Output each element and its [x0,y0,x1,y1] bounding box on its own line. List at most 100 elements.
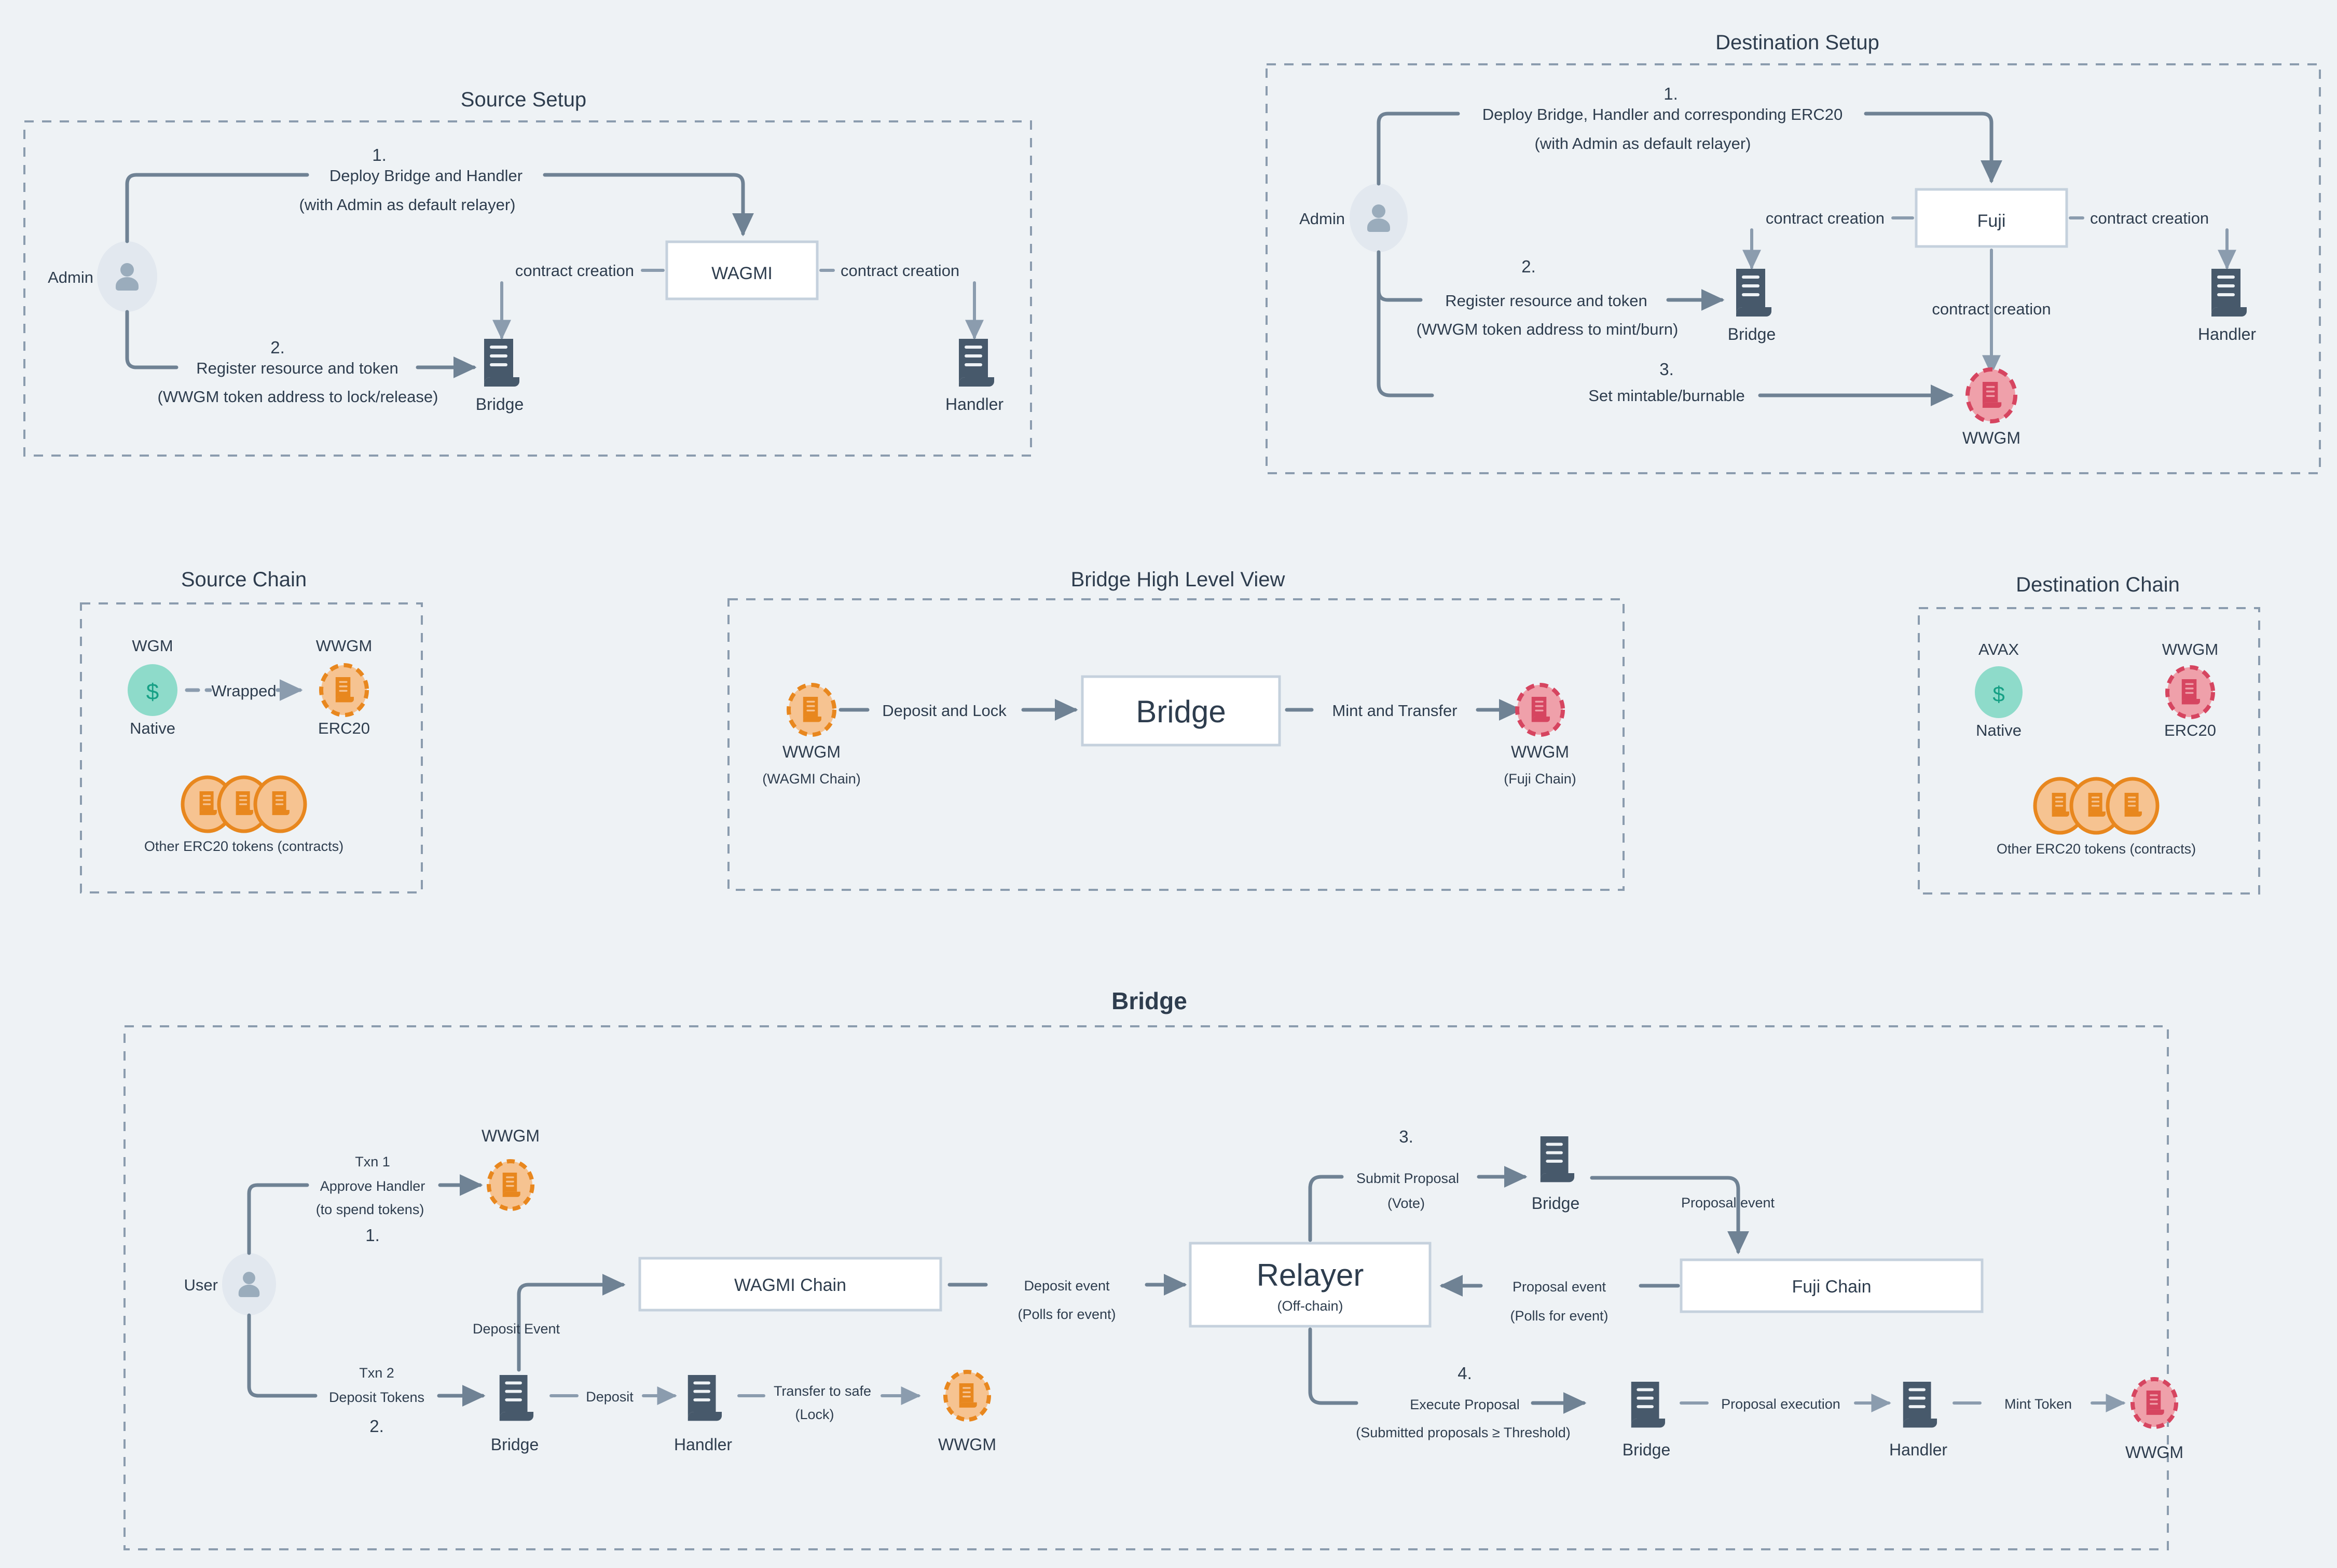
contract-document-icon[interactable] [499,1375,534,1421]
native-coin-glyph: $ [1992,682,2004,706]
bridge-detail-relayer-label: Relayer [1257,1258,1364,1292]
bridge-detail-bridge-bottom-label: Bridge [1623,1440,1671,1459]
destination-setup-step2-label: Register resource and token [1445,292,1647,310]
bridge-detail-deposit-event-vertical-label: Deposit Event [473,1321,560,1337]
destination-chain-native-kind: Native [1976,721,2022,739]
bhl-right-token-sub: (Fuji Chain) [1504,771,1576,787]
destination-setup-admin-label: Admin [1299,210,1345,228]
destination-setup-step3-number: 3. [1659,360,1674,379]
bridge-detail-handler-left-label: Handler [674,1435,732,1454]
bridge-detail-handler-bottom-label: Handler [1889,1440,1947,1459]
source-setup-step2-number: 2. [270,338,285,357]
bridge-detail-step4-sub: (Submitted proposals ≥ Threshold) [1356,1425,1571,1440]
contract-document-icon[interactable] [1903,1382,1937,1428]
bridge-detail-relayer-sub: (Off-chain) [1277,1298,1343,1314]
destination-setup-container [1266,63,2321,474]
bridge-detail-txn2-label: Deposit Tokens [329,1390,424,1405]
diagram-svg: Source Setup Admin 1. Deploy Bridge and … [23,31,2321,1550]
bridge-detail-deposit-event-edge-label: Deposit event [1024,1278,1110,1294]
contract-document-icon[interactable] [688,1375,722,1421]
source-setup-admin-label: Admin [48,268,93,286]
bridge-detail-wwgm-left-label: WWGM [938,1435,996,1454]
source-setup-step2-sub: (WWGM token address to lock/release) [158,388,438,406]
source-setup-step1-sub: (with Admin as default relayer) [299,196,516,214]
bridge-detail-proposal-event-back-label: Proposal event [1513,1279,1606,1295]
destination-chain-wrapped-symbol: WWGM [2162,640,2218,658]
edge-admin-to-step1 [125,173,309,243]
contract-document-icon[interactable] [1540,1136,1575,1182]
bridge-detail-wagmi-chain-label: WAGMI Chain [734,1275,846,1295]
bridge-detail-txn2-number: 2. [369,1416,384,1436]
bridge-detail-txn1-sub: (to spend tokens) [316,1202,424,1217]
destination-setup-step2-sub: (WWGM token address to mint/burn) [1417,320,1679,338]
bridge-detail-step3-number: 3. [1399,1127,1413,1146]
source-setup-step2-label: Register resource and token [196,359,398,377]
source-chain-native-kind: Native [130,719,175,737]
source-setup-bridge-label: Bridge [476,395,524,414]
edge-admin-to-dstep2 [1377,250,1423,302]
destination-setup-contract-creation-left: contract creation [1766,209,1885,227]
fuji-chain-label: Fuji [1977,211,2006,231]
bhl-left-token-sub: (WAGMI Chain) [762,771,861,787]
bridge-detail-proposal-event-down-label: Proposal event [1681,1195,1775,1211]
bridge-detail-transfer-edge-label: Transfer to safe [774,1383,871,1399]
destination-chain-others-label: Other ERC20 tokens (contracts) [1997,841,2196,857]
bridge-detail-txn1-number: 1. [365,1226,380,1245]
destination-setup-step3-label: Set mintable/burnable [1588,387,1745,405]
bridge-detail-bridge-top-label: Bridge [1532,1194,1580,1213]
section-source-chain: Source Chain WGM $ Native Wrapped WWGM E… [80,568,423,893]
contract-document-icon[interactable] [1736,269,1771,317]
contract-document-icon[interactable] [2211,269,2247,317]
native-coin-glyph: $ [146,679,159,705]
bhl-right-edge-label: Mint and Transfer [1332,702,1457,720]
source-chain-title: Source Chain [181,568,307,591]
contract-document-icon[interactable] [484,339,519,387]
bridge-detail-step3-label: Submit Proposal [1356,1171,1459,1186]
bridge-detail-mint-token-label: Mint Token [2004,1396,2072,1412]
destination-setup-bridge-label: Bridge [1728,325,1776,343]
destination-setup-step1-label: Deploy Bridge, Handler and corresponding… [1482,105,1843,123]
destination-setup-step1-sub: (with Admin as default relayer) [1535,134,1751,153]
destination-chain-title: Destination Chain [2016,573,2180,596]
bridge-detail-title: Bridge [1111,987,1187,1014]
source-setup-step1-number: 1. [372,145,387,164]
destination-setup-step2-number: 2. [1521,257,1536,276]
bridge-detail-step3-sub: (Vote) [1387,1195,1425,1211]
bridge-detail-user-label: User [184,1276,218,1294]
destination-chain-native-symbol: AVAX [1978,640,2019,658]
edge-proposal-event-down [1590,1176,1749,1255]
contract-document-icon[interactable] [1631,1382,1666,1428]
edge-dstep1-to-fuji [1864,112,2002,184]
bridge-detail-proposal-event-back-sub: (Polls for event) [1510,1308,1608,1324]
bhl-left-token-label: WWGM [782,742,841,761]
section-destination-setup: Destination Setup Admin 1. Deploy Bridge… [1266,31,2321,474]
source-chain-wrapped-edge-label: Wrapped [211,682,276,700]
source-chain-wrapped-kind: ERC20 [318,719,370,737]
bridge-detail-transfer-edge-sub: (Lock) [795,1407,834,1422]
section-destination-chain: Destination Chain AVAX $ Native WWGM ERC… [1918,573,2260,895]
bridge-detail-txn1-head: Txn 1 [355,1154,390,1170]
bridge-detail-wwgm-right-label: WWGM [2125,1443,2183,1462]
edge-step1-to-wagmi [543,173,754,237]
wagmi-chain-label: WAGMI [711,264,773,283]
bridge-detail-fuji-chain-label: Fuji Chain [1792,1277,1871,1297]
bridge-detail-proposal-execution-label: Proposal execution [1721,1396,1840,1412]
edge-admin-to-step2 [125,310,178,369]
source-chain-others-label: Other ERC20 tokens (contracts) [144,838,343,854]
destination-setup-wwgm-label: WWGM [1962,429,2020,447]
source-setup-handler-label: Handler [945,395,1003,414]
edge-admin-to-dstep1 [1377,112,1460,186]
destination-setup-contract-creation-down: contract creation [1932,300,2051,318]
bridge-detail-txn1-target-label: WWGM [482,1126,540,1145]
edge-relayer-to-step4 [1308,1327,1358,1405]
bhl-center-box-label: Bridge [1136,694,1226,729]
source-setup-contract-creation-right: contract creation [841,262,959,280]
contract-document-icon[interactable] [959,339,994,387]
source-setup-contract-creation-left: contract creation [515,262,634,280]
bridge-detail-txn1-label: Approve Handler [320,1178,425,1194]
section-bridge-detail: Bridge User Txn 1 Approve Handler (to sp… [123,987,2183,1550]
bhl-left-edge-label: Deposit and Lock [882,702,1007,720]
bridge-detail-deposit-edge-label: Deposit [586,1389,634,1405]
bridge-detail-step4-number: 4. [1458,1364,1472,1383]
edge-relayer-to-step3 [1308,1175,1344,1242]
